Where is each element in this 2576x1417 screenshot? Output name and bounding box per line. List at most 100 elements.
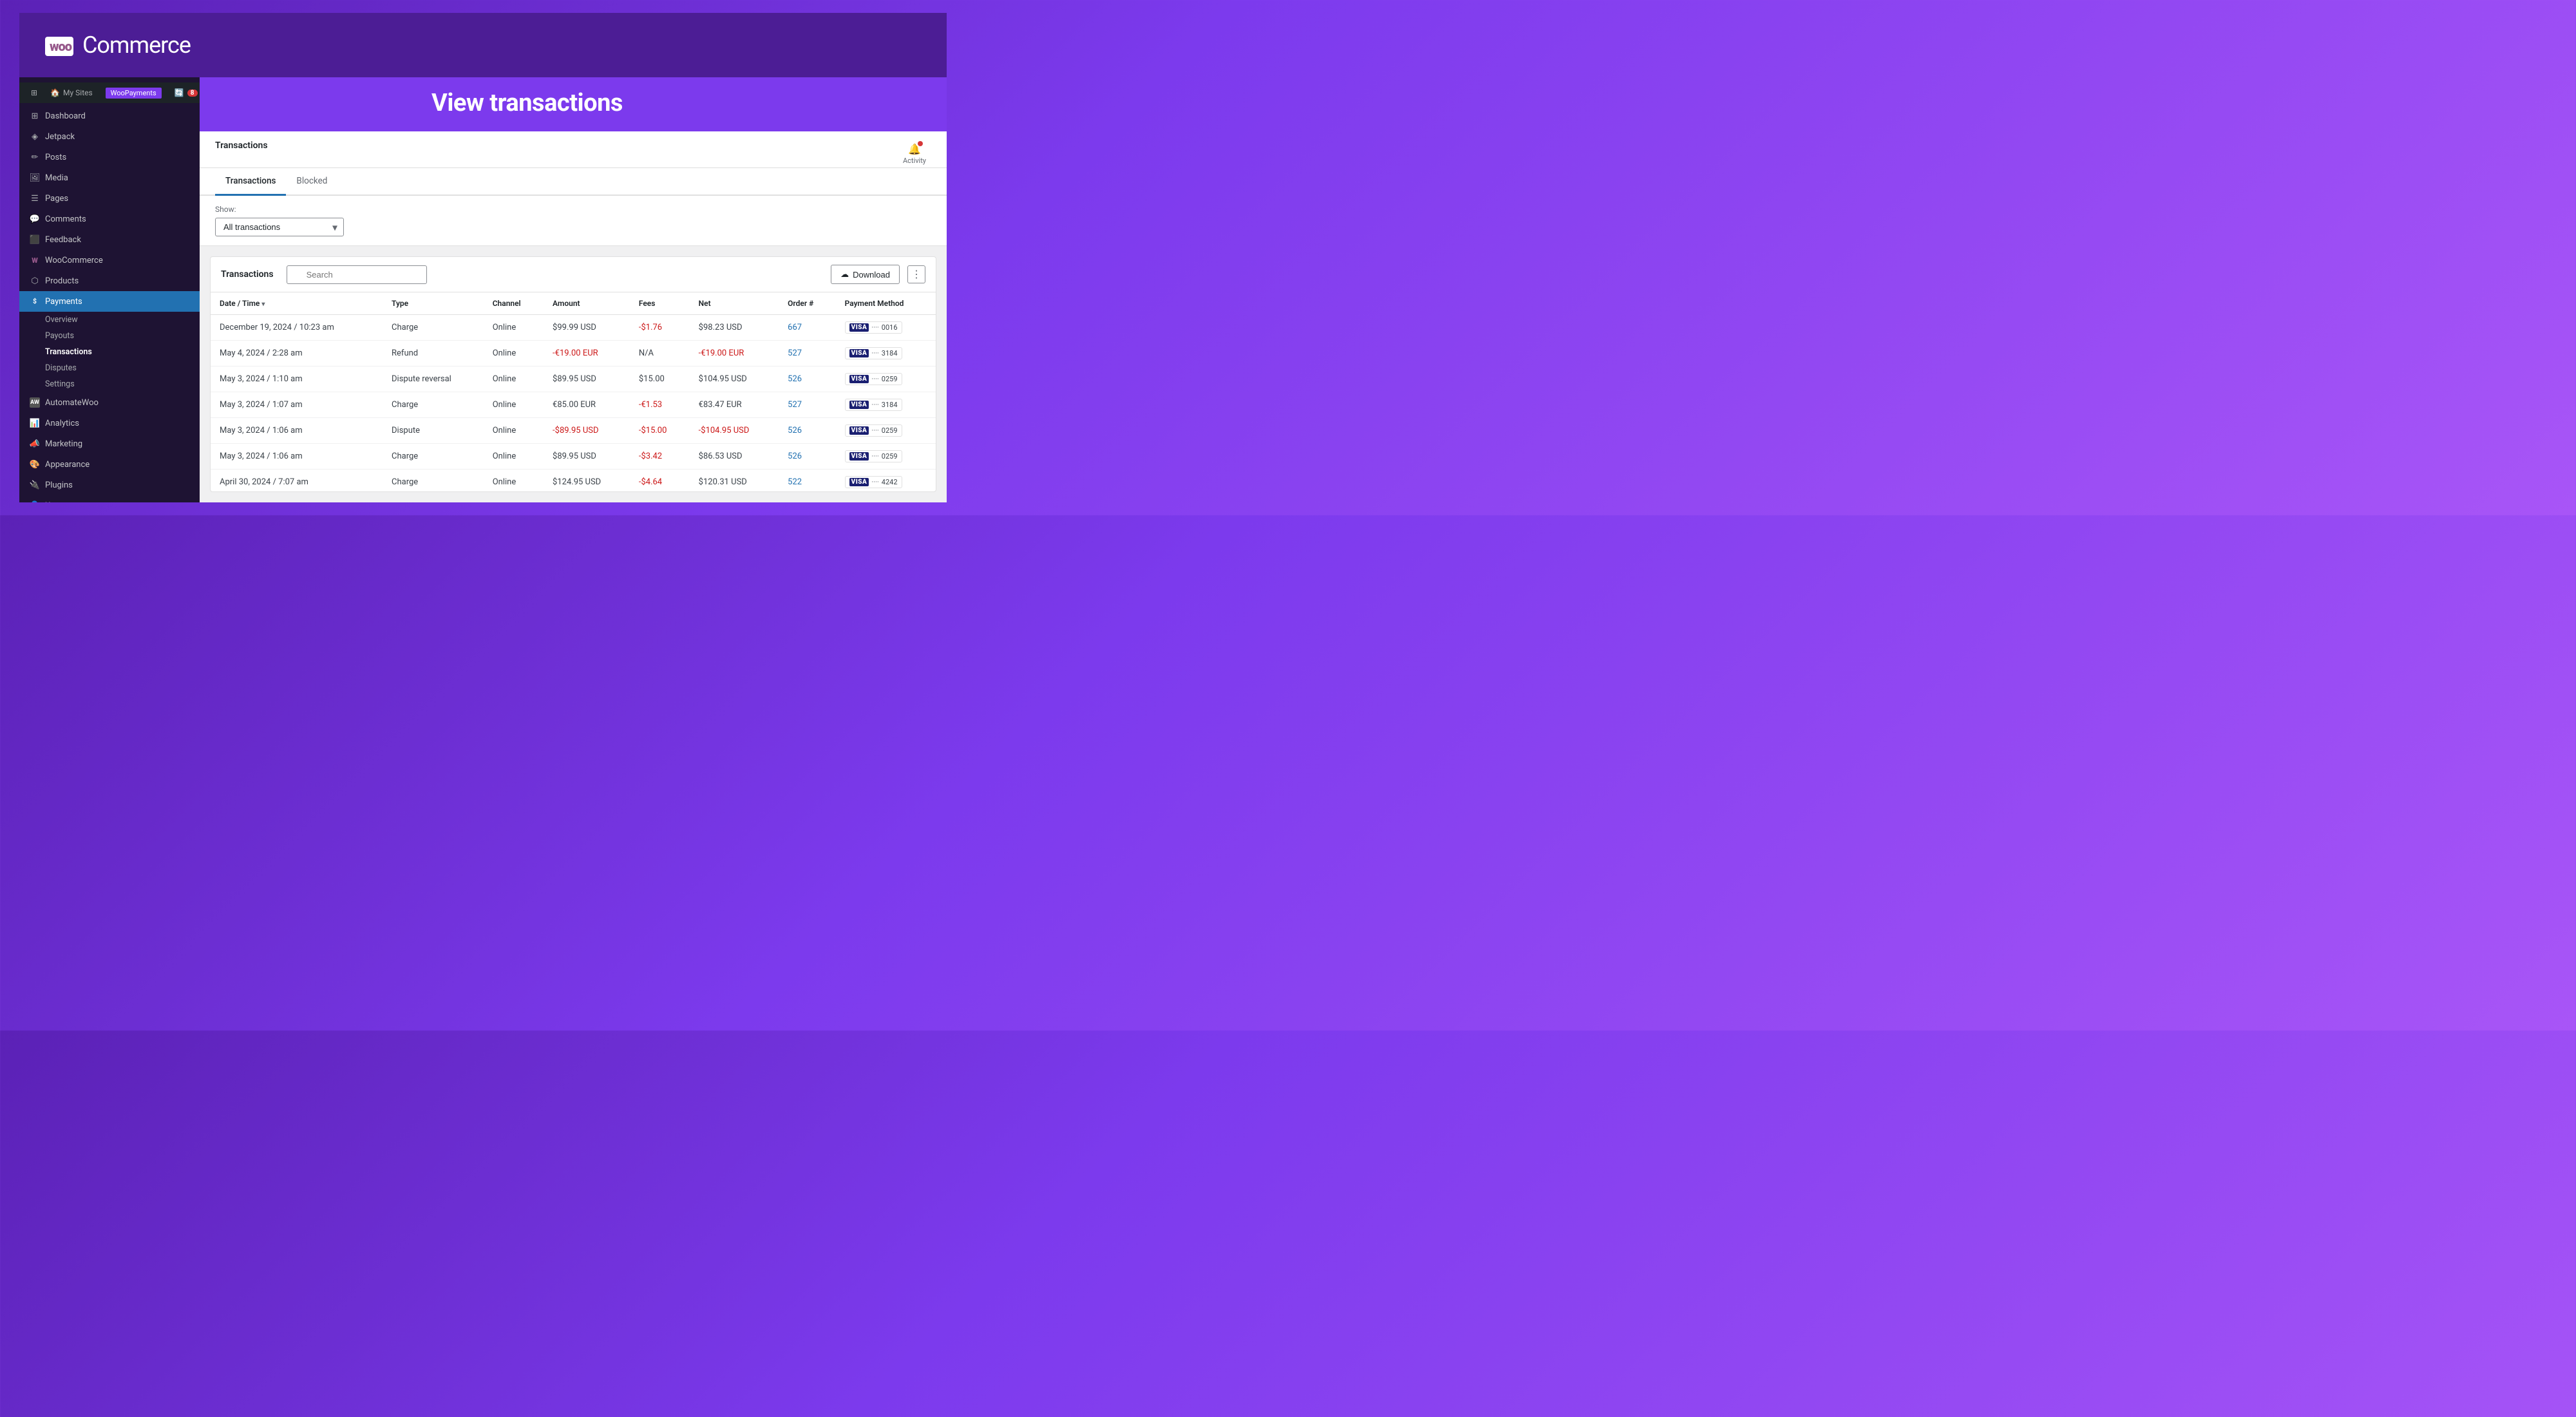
sidebar-sub-disputes[interactable]: Disputes	[19, 360, 200, 376]
visa-dots-3: ····	[871, 401, 879, 409]
table-toolbar: Transactions ☁ Download ⋮	[211, 257, 936, 292]
sidebar-item-posts[interactable]: ✏ Posts	[19, 147, 200, 167]
tab-transactions[interactable]: Transactions	[215, 168, 286, 196]
activity-label: Activity	[903, 157, 926, 165]
sidebar-item-automatewoo[interactable]: AW AutomateWoo	[19, 392, 200, 413]
cell-channel-4: Online	[484, 418, 544, 444]
cell-order-2[interactable]: 526	[779, 366, 835, 392]
sidebar-item-woocommerce[interactable]: W WooCommerce	[19, 250, 200, 271]
updates-item[interactable]: 🔄 8	[168, 82, 200, 103]
card-last4-3: 3184	[882, 401, 898, 409]
my-sites-item[interactable]: 🏠 My Sites	[44, 82, 99, 103]
order-link-5[interactable]: 526	[788, 452, 802, 461]
activity-button[interactable]: 🔔 Activity	[898, 140, 931, 167]
sidebar-item-payments[interactable]: $ Payments	[19, 291, 200, 312]
visa-text-5: VISA	[849, 452, 869, 461]
sidebar-navigation: ⊞ Dashboard ◈ Jetpack ✏ Posts 🖼 Media	[19, 103, 200, 502]
cell-channel-5: Online	[484, 444, 544, 470]
download-label: Download	[853, 270, 890, 280]
tab-transactions-label: Transactions	[225, 176, 276, 186]
cell-channel-0: Online	[484, 315, 544, 341]
cell-order-3[interactable]: 527	[779, 392, 835, 418]
table-row: April 30, 2024 / 7:07 am Charge Online $…	[211, 470, 936, 493]
visa-text-3: VISA	[849, 401, 869, 409]
table-toolbar-title: Transactions	[221, 269, 274, 280]
woo-payments-item[interactable]: WooPayments	[99, 82, 168, 103]
tab-blocked[interactable]: Blocked	[286, 168, 337, 196]
sidebar-item-users[interactable]: 👤 Users	[19, 495, 200, 502]
card-last4-0: 0016	[882, 323, 898, 332]
tabs-bar: Transactions Blocked	[200, 168, 947, 196]
cell-order-1[interactable]: 527	[779, 341, 835, 366]
sidebar-item-feedback[interactable]: ⬛ Feedback	[19, 229, 200, 250]
sidebar-item-appearance[interactable]: 🎨 Appearance	[19, 454, 200, 475]
order-link-1[interactable]: 527	[788, 348, 802, 358]
more-dots-icon: ⋮	[911, 268, 922, 281]
woocommerce-icon: W	[30, 255, 40, 265]
svg-text:woo: woo	[50, 39, 72, 54]
sidebar-item-jetpack[interactable]: ◈ Jetpack	[19, 126, 200, 147]
activity-bell-icon: 🔔	[908, 143, 921, 155]
sidebar-item-pages[interactable]: ☰ Pages	[19, 188, 200, 209]
sidebar-sub-settings[interactable]: Settings	[19, 376, 200, 392]
plugins-icon: 🔌	[30, 480, 40, 490]
activity-notification-dot	[918, 141, 923, 146]
table-header-row: Date / Time Type Channel Amount	[211, 292, 936, 315]
card-last4-2: 0259	[882, 375, 898, 383]
cell-payment-method-6: VISA ···· 4242	[836, 470, 936, 493]
sidebar-item-analytics[interactable]: 📊 Analytics	[19, 413, 200, 433]
cell-net-6: $120.31 USD	[690, 470, 779, 493]
cell-order-5[interactable]: 526	[779, 444, 835, 470]
cell-payment-method-5: VISA ···· 0259	[836, 444, 936, 470]
order-link-6[interactable]: 522	[788, 477, 802, 487]
my-sites-label: My Sites	[63, 88, 93, 97]
order-link-0[interactable]: 667	[788, 323, 802, 332]
posts-icon: ✏	[30, 152, 40, 162]
transactions-table-container: Transactions ☁ Download ⋮	[210, 256, 936, 492]
cell-order-0[interactable]: 667	[779, 315, 835, 341]
comments-sidebar-icon: 💬	[30, 214, 40, 224]
cell-payment-method-0: VISA ···· 0016	[836, 315, 936, 341]
table-row: May 3, 2024 / 1:06 am Charge Online $89.…	[211, 444, 936, 470]
sidebar-item-plugins[interactable]: 🔌 Plugins	[19, 475, 200, 495]
sidebar-item-products[interactable]: ⬡ Products	[19, 271, 200, 291]
order-link-3[interactable]: 527	[788, 400, 802, 410]
cell-amount-3: €85.00 EUR	[544, 392, 630, 418]
sidebar-item-media[interactable]: 🖼 Media	[19, 167, 200, 188]
sidebar-item-dashboard[interactable]: ⊞ Dashboard	[19, 106, 200, 126]
sidebar-item-comments[interactable]: 💬 Comments	[19, 209, 200, 229]
visa-badge-6: VISA ···· 4242	[845, 476, 902, 488]
transactions-header-title: Transactions	[215, 140, 268, 160]
cell-channel-1: Online	[484, 341, 544, 366]
download-button[interactable]: ☁ Download	[831, 265, 900, 284]
sidebar-sub-transactions[interactable]: Transactions	[19, 344, 200, 360]
cell-net-2: $104.95 USD	[690, 366, 779, 392]
cell-type-5: Charge	[383, 444, 484, 470]
order-link-2[interactable]: 526	[788, 374, 802, 384]
table-row: December 19, 2024 / 10:23 am Charge Onli…	[211, 315, 936, 341]
cell-order-4[interactable]: 526	[779, 418, 835, 444]
cell-payment-method-4: VISA ···· 0259	[836, 418, 936, 444]
sidebar-item-marketing[interactable]: 📣 Marketing	[19, 433, 200, 454]
cell-fees-1: N/A	[630, 341, 690, 366]
search-input[interactable]	[287, 265, 427, 284]
col-datetime[interactable]: Date / Time	[211, 292, 383, 315]
order-link-4[interactable]: 526	[788, 426, 802, 435]
col-datetime-label: Date / Time	[220, 299, 260, 308]
sidebar-item-users-label: Users	[45, 501, 66, 503]
col-net-label: Net	[699, 299, 711, 308]
dashboard-icon: ⊞	[30, 111, 40, 121]
updates-badge: 8	[187, 90, 198, 97]
cell-payment-method-2: VISA ···· 0259	[836, 366, 936, 392]
filter-select[interactable]: All transactions Charges Refunds Dispute…	[215, 218, 344, 236]
wp-logo-icon: ⊞	[31, 88, 37, 97]
cell-fees-4: -$15.00	[630, 418, 690, 444]
cell-order-6[interactable]: 522	[779, 470, 835, 493]
more-options-button[interactable]: ⋮	[907, 265, 925, 283]
sidebar-sub-overview[interactable]: Overview	[19, 312, 200, 328]
sidebar-item-plugins-label: Plugins	[45, 480, 73, 490]
wp-icon-item[interactable]: ⊞	[24, 82, 44, 103]
cell-amount-6: $124.95 USD	[544, 470, 630, 493]
sidebar-sub-payouts[interactable]: Payouts	[19, 328, 200, 344]
cell-net-5: $86.53 USD	[690, 444, 779, 470]
